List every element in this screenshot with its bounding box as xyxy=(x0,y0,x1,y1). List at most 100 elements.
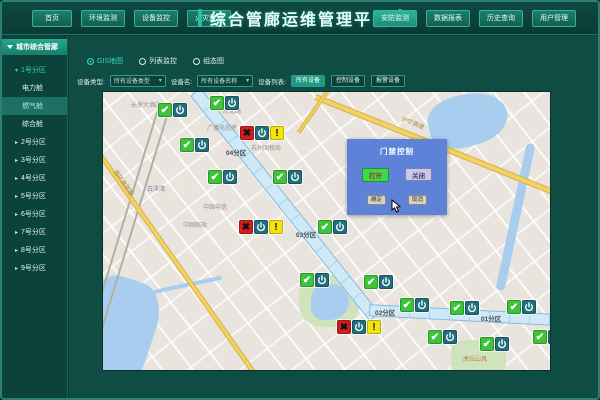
power-icon[interactable] xyxy=(254,220,268,234)
sidebar-item-8号分区[interactable]: ▸8号分区 xyxy=(2,241,67,259)
view-mode-label: 列表监控 xyxy=(149,56,177,66)
power-icon[interactable] xyxy=(415,298,429,312)
device-marker-ok[interactable]: ✔ xyxy=(208,170,237,184)
status-fault-icon: ✖ xyxy=(239,220,253,234)
status-check-icon: ✔ xyxy=(507,300,521,314)
sidebar-item-label: 综合舱 xyxy=(22,119,43,129)
sidebar-item-燃气舱[interactable]: 燃气舱 xyxy=(2,97,67,115)
status-fault-icon: ✖ xyxy=(240,126,254,140)
cancel-button[interactable]: 取消 xyxy=(408,195,427,205)
header-nav-left-1[interactable]: 环境监测 xyxy=(81,10,125,27)
gis-map[interactable]: 长荣大酒店虎北路广播电视塔苏州国税局白洋湾中国电信中国邮政西环高架路沪宁高速虎丘… xyxy=(103,92,550,370)
chevron-right-icon: ▸ xyxy=(15,247,18,254)
device-name-select[interactable]: 所有设备名称 ▾ xyxy=(197,75,253,87)
sidebar-item-综合舱[interactable]: 综合舱 xyxy=(2,115,67,133)
power-icon[interactable] xyxy=(333,220,347,234)
status-check-icon: ✔ xyxy=(210,96,224,110)
power-icon[interactable] xyxy=(225,96,239,110)
view-mode-label: GIS地图 xyxy=(97,56,123,66)
map-place-label: 苏州国税局 xyxy=(251,143,281,152)
power-icon[interactable] xyxy=(465,301,479,315)
power-icon[interactable] xyxy=(495,337,509,351)
chevron-right-icon: ▸ xyxy=(15,157,18,164)
device-list-label: 设备列表: xyxy=(258,76,286,86)
device-marker-ok[interactable]: ✔ xyxy=(533,330,550,344)
device-marker-ok[interactable]: ✔ xyxy=(450,301,479,315)
view-mode-2[interactable]: 组态图 xyxy=(193,56,224,66)
power-icon[interactable] xyxy=(255,126,269,140)
header-nav-left-2[interactable]: 设备监控 xyxy=(134,10,178,27)
water-area xyxy=(103,268,168,370)
power-icon[interactable] xyxy=(288,170,302,184)
power-icon[interactable] xyxy=(223,170,237,184)
device-marker-ok[interactable]: ✔ xyxy=(318,220,347,234)
device-filter-button-1[interactable]: 控制设备 xyxy=(331,75,365,87)
device-marker-ok[interactable]: ✔ xyxy=(273,170,302,184)
radio-icon xyxy=(139,58,146,65)
status-check-icon: ✔ xyxy=(480,337,494,351)
view-mode-radios: GIS地图 列表监控 组态图 xyxy=(87,56,224,66)
status-check-icon: ✔ xyxy=(450,301,464,315)
device-marker-fault[interactable]: ✖! xyxy=(239,220,283,234)
confirm-button[interactable]: 确定 xyxy=(367,195,386,205)
header-right-menu: 安防监测数据报表历史查询用户管理 xyxy=(373,10,576,27)
sidebar-item-label: 4号分区 xyxy=(21,173,46,183)
content-panel: GIS地图列表监控组态图 设备类型: 所有设备类型 ▾ 设备名: 所有设备名称 … xyxy=(69,36,598,398)
door-open-button[interactable]: 打开 xyxy=(362,168,389,182)
app-window: 首页环境监测设备监控火灾监测 综合管廊运维管理平台 安防监测数据报表历史查询用户… xyxy=(0,0,600,400)
power-icon[interactable] xyxy=(548,330,550,344)
device-marker-ok[interactable]: ✔ xyxy=(180,138,209,152)
device-marker-ok[interactable]: ✔ xyxy=(400,298,429,312)
header-nav-right-3[interactable]: 用户管理 xyxy=(532,10,576,27)
sidebar-item-2号分区[interactable]: ▸2号分区 xyxy=(2,133,67,151)
sidebar-root-label: 城市综合管廊 xyxy=(16,42,58,52)
chevron-right-icon: ▸ xyxy=(15,193,18,200)
power-icon[interactable] xyxy=(443,330,457,344)
sidebar-item-1号分区[interactable]: ▾1号分区 xyxy=(2,61,67,79)
status-check-icon: ✔ xyxy=(180,138,194,152)
radio-icon xyxy=(193,58,200,65)
device-marker-fault[interactable]: ✖! xyxy=(240,126,284,140)
view-mode-0[interactable]: GIS地图 xyxy=(87,56,123,66)
device-filter-button-2[interactable]: 报警设备 xyxy=(371,75,405,87)
sidebar-item-label: 9号分区 xyxy=(21,263,46,273)
sidebar-item-3号分区[interactable]: ▸3号分区 xyxy=(2,151,67,169)
sidebar-item-label: 8号分区 xyxy=(21,245,46,255)
header-nav-right-0[interactable]: 安防监测 xyxy=(373,10,417,27)
status-check-icon: ✔ xyxy=(400,298,414,312)
sidebar-root-node[interactable]: 城市综合管廊 xyxy=(2,39,67,55)
sidebar-item-5号分区[interactable]: ▸5号分区 xyxy=(2,187,67,205)
device-marker-fault[interactable]: ✖! xyxy=(337,320,381,334)
header-nav-left-0[interactable]: 首页 xyxy=(32,10,72,27)
zone-label: 03分区 xyxy=(296,229,316,239)
sidebar-item-电力舱[interactable]: 电力舱 xyxy=(2,79,67,97)
sidebar-item-6号分区[interactable]: ▸6号分区 xyxy=(2,205,67,223)
map-place-label: 白洋湾 xyxy=(147,184,165,193)
device-type-select[interactable]: 所有设备类型 ▾ xyxy=(110,75,166,87)
device-marker-ok[interactable]: ✔ xyxy=(210,96,239,110)
device-filter-button-0[interactable]: 所有设备 xyxy=(291,75,325,87)
device-marker-ok[interactable]: ✔ xyxy=(300,273,329,287)
chevron-right-icon: ▸ xyxy=(15,229,18,236)
device-marker-ok[interactable]: ✔ xyxy=(158,103,187,117)
sidebar-item-4号分区[interactable]: ▸4号分区 xyxy=(2,169,67,187)
device-marker-ok[interactable]: ✔ xyxy=(364,275,393,289)
power-icon[interactable] xyxy=(522,300,536,314)
device-marker-ok[interactable]: ✔ xyxy=(428,330,457,344)
header-nav-right-1[interactable]: 数据报表 xyxy=(426,10,470,27)
power-icon[interactable] xyxy=(352,320,366,334)
device-marker-ok[interactable]: ✔ xyxy=(507,300,536,314)
power-icon[interactable] xyxy=(315,273,329,287)
device-marker-ok[interactable]: ✔ xyxy=(480,337,509,351)
power-icon[interactable] xyxy=(173,103,187,117)
view-mode-1[interactable]: 列表监控 xyxy=(139,56,177,66)
status-check-icon: ✔ xyxy=(273,170,287,184)
door-close-button[interactable]: 关闭 xyxy=(405,168,432,181)
header-nav-right-2[interactable]: 历史查询 xyxy=(479,10,523,27)
power-icon[interactable] xyxy=(195,138,209,152)
sidebar-item-label: 燃气舱 xyxy=(22,101,43,111)
sidebar-item-9号分区[interactable]: ▸9号分区 xyxy=(2,259,67,277)
power-icon[interactable] xyxy=(379,275,393,289)
sidebar-item-7号分区[interactable]: ▸7号分区 xyxy=(2,223,67,241)
map-place-label: 虎丘山风 xyxy=(463,354,487,363)
